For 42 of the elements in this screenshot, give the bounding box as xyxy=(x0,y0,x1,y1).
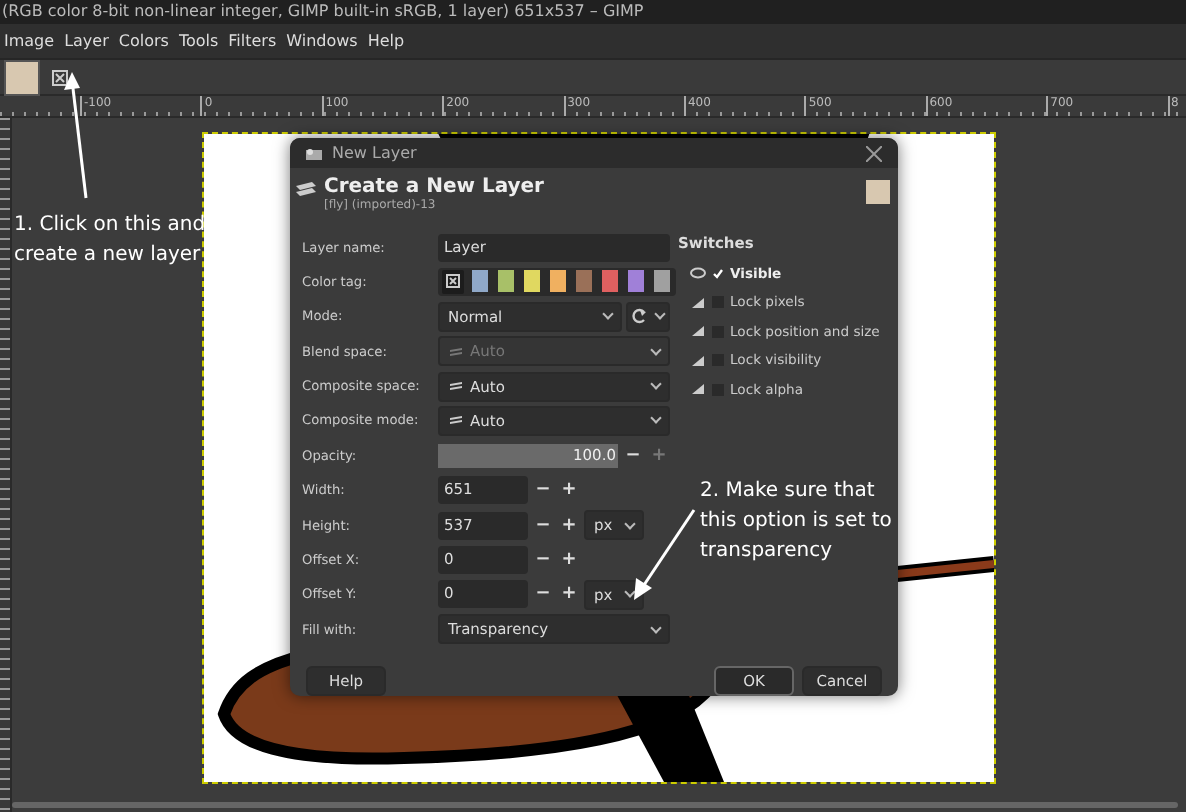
annotation-text: 1. Click on this and create a new layer xyxy=(14,212,208,270)
annotation-text: 2. Make sure that this option is set to transparency xyxy=(700,478,894,566)
rotate-icon xyxy=(632,308,650,325)
menu-item[interactable]: Help xyxy=(365,32,413,50)
close-icon[interactable] xyxy=(866,145,882,162)
caret-icon xyxy=(650,378,662,390)
layers-icon xyxy=(448,380,464,393)
mode-options-button[interactable] xyxy=(626,301,670,332)
caret-icon xyxy=(654,308,666,321)
layers-icon xyxy=(448,414,464,427)
plus-button[interactable]: + xyxy=(558,584,580,605)
layers-icon xyxy=(294,176,318,201)
menu-item[interactable]: Image xyxy=(2,32,63,50)
minus-button[interactable]: − xyxy=(532,480,554,501)
caret-icon xyxy=(602,308,614,321)
none-icon xyxy=(446,274,460,289)
minus-button[interactable]: − xyxy=(532,584,554,605)
plus-button[interactable]: + xyxy=(558,480,580,501)
minus-button[interactable]: − xyxy=(532,550,554,571)
plus-button[interactable]: + xyxy=(558,550,580,571)
no-color-tag[interactable] xyxy=(442,269,464,294)
dialog-title: New Layer xyxy=(332,144,419,163)
checkbox[interactable] xyxy=(712,267,724,280)
menu-item[interactable]: Windows xyxy=(284,32,366,50)
close-icon[interactable] xyxy=(52,69,68,85)
horizontal-scrollbar[interactable] xyxy=(12,802,1178,808)
plus-button[interactable]: + xyxy=(558,515,580,536)
minus-button[interactable]: − xyxy=(532,515,554,536)
image-thumbnail[interactable] xyxy=(4,59,40,95)
image-thumbnail xyxy=(866,180,890,205)
caret-icon xyxy=(650,413,662,425)
menu-item[interactable]: Filters xyxy=(226,32,285,50)
menu-item[interactable]: Layer xyxy=(62,32,117,50)
app-icon xyxy=(304,145,324,162)
menu-item[interactable]: Colors xyxy=(116,32,177,50)
dialog-heading: Create a New Layer xyxy=(324,176,546,199)
menu-item[interactable]: Tools xyxy=(176,32,227,50)
layers-icon xyxy=(448,345,464,358)
checkmark-icon xyxy=(712,267,724,280)
minus-button[interactable]: − xyxy=(622,445,644,466)
window-title: (RGB color 8-bit non-linear integer, GIMP built-in sRGB, 1 layer) 651x537 – GIMP xyxy=(2,2,644,20)
arrow xyxy=(632,508,696,600)
